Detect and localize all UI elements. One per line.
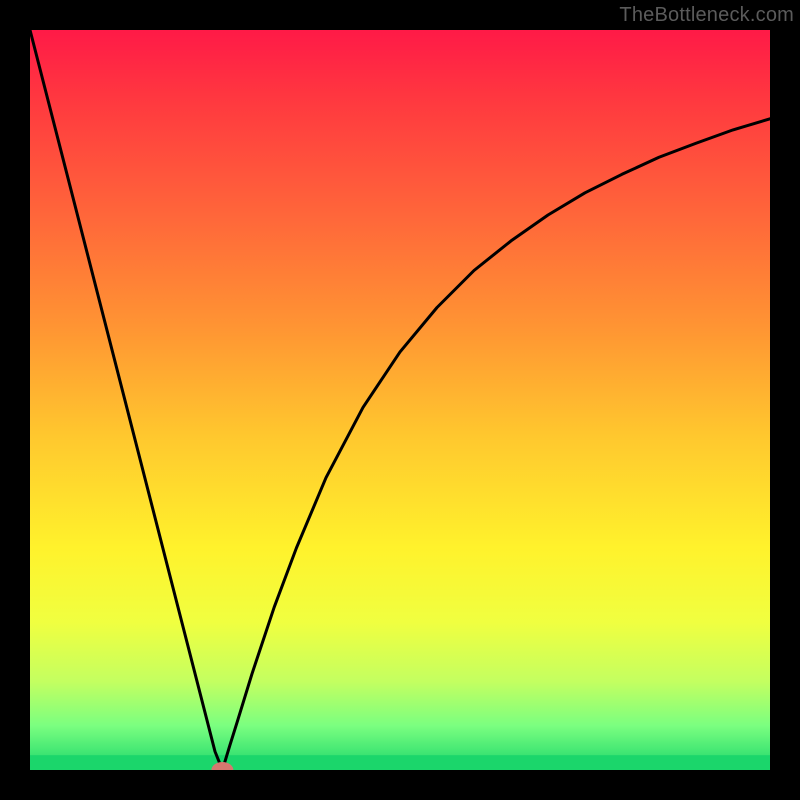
gradient-background — [30, 30, 770, 770]
green-band — [30, 755, 770, 770]
watermark-text: TheBottleneck.com — [619, 4, 794, 27]
plot-area — [30, 30, 770, 770]
chart-svg — [30, 30, 770, 770]
chart-container: TheBottleneck.com — [0, 0, 800, 800]
